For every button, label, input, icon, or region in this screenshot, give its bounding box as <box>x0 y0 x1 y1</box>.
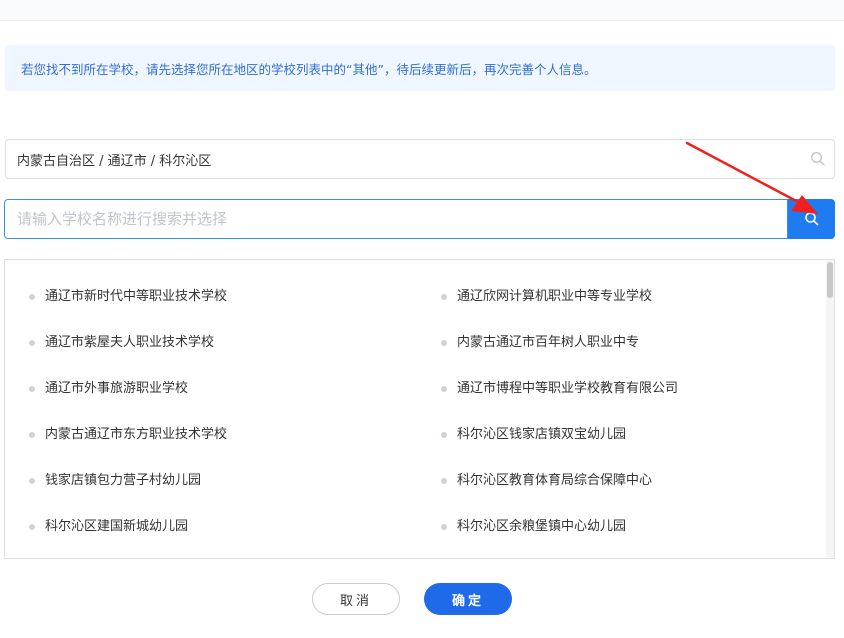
notice-text: 若您找不到所在学校，请先选择您所在地区的学校列表中的“其他”，待后续更新后，再次… <box>21 61 597 77</box>
school-list-item[interactable]: 通辽市新时代中等职业技术学校 <box>29 287 228 307</box>
school-search-input[interactable] <box>4 199 788 239</box>
school-name: 通辽欣网计算机职业中等专业学校 <box>457 289 653 304</box>
bullet-dot <box>441 340 447 346</box>
cancel-button[interactable]: 取消 <box>312 583 400 615</box>
search-icon <box>811 152 825 166</box>
top-bar <box>0 0 844 21</box>
school-list-item[interactable]: 通辽欣网计算机职业中等专业学校 <box>441 287 653 307</box>
bullet-dot <box>29 432 35 438</box>
school-name: 科尔沁区钱家店镇双宝幼儿园 <box>457 427 627 442</box>
school-list-item[interactable]: 通辽市紫屋夫人职业技术学校 <box>29 333 215 353</box>
bullet-dot <box>441 294 447 300</box>
school-name: 内蒙古通辽市百年树人职业中专 <box>457 335 640 350</box>
school-list-item[interactable]: 通辽市博程中等职业学校教育有限公司 <box>441 379 679 399</box>
school-name: 通辽市博程中等职业学校教育有限公司 <box>457 381 679 396</box>
bullet-dot <box>29 386 35 392</box>
scrollbar-thumb[interactable] <box>827 262 833 298</box>
confirm-button-label: 确定 <box>451 593 484 609</box>
school-name: 钱家店镇包力营子村幼儿园 <box>45 473 202 488</box>
school-list-item[interactable]: 科尔沁区余粮堡镇中心幼儿园 <box>441 517 627 537</box>
region-value: 内蒙古自治区 / 通辽市 / 科尔沁区 <box>17 153 212 169</box>
school-name: 内蒙古通辽市东方职业技术学校 <box>45 427 228 442</box>
bullet-dot <box>29 294 35 300</box>
school-list[interactable]: 通辽市新时代中等职业技术学校 通辽欣网计算机职业中等专业学校 通辽市紫屋夫人职业… <box>4 259 835 559</box>
bullet-dot <box>29 478 35 484</box>
bullet-dot <box>441 478 447 484</box>
school-search-row <box>4 199 835 239</box>
school-name: 科尔沁区建国新城幼儿园 <box>45 519 189 534</box>
bullet-dot <box>29 340 35 346</box>
school-list-item[interactable]: 科尔沁区建国新城幼儿园 <box>29 517 189 537</box>
search-icon <box>804 212 818 226</box>
school-list-item[interactable]: 内蒙古通辽市百年树人职业中专 <box>441 333 640 353</box>
school-list-item[interactable]: 科尔沁区钱家店镇双宝幼儿园 <box>441 425 627 445</box>
school-list-item[interactable]: 内蒙古通辽市东方职业技术学校 <box>29 425 228 445</box>
list-scrollbar[interactable] <box>826 260 834 558</box>
school-name: 科尔沁区教育体育局综合保障中心 <box>457 473 653 488</box>
school-list-item[interactable]: 钱家店镇包力营子村幼儿园 <box>29 471 202 491</box>
cancel-button-label: 取消 <box>339 593 372 609</box>
bullet-dot <box>441 386 447 392</box>
bullet-dot <box>29 524 35 530</box>
notice-banner: 若您找不到所在学校，请先选择您所在地区的学校列表中的“其他”，待后续更新后，再次… <box>5 45 835 91</box>
school-name: 通辽市新时代中等职业技术学校 <box>45 289 228 304</box>
bullet-dot <box>441 432 447 438</box>
school-name: 通辽市外事旅游职业学校 <box>45 381 189 396</box>
school-list-item[interactable]: 通辽市外事旅游职业学校 <box>29 379 189 399</box>
school-name: 科尔沁区余粮堡镇中心幼儿园 <box>457 519 627 534</box>
bullet-dot <box>441 524 447 530</box>
search-button[interactable] <box>788 199 835 239</box>
school-list-item[interactable]: 科尔沁区教育体育局综合保障中心 <box>441 471 653 491</box>
school-name: 通辽市紫屋夫人职业技术学校 <box>45 335 215 350</box>
confirm-button[interactable]: 确定 <box>424 583 512 615</box>
region-selector[interactable]: 内蒙古自治区 / 通辽市 / 科尔沁区 <box>5 139 835 179</box>
